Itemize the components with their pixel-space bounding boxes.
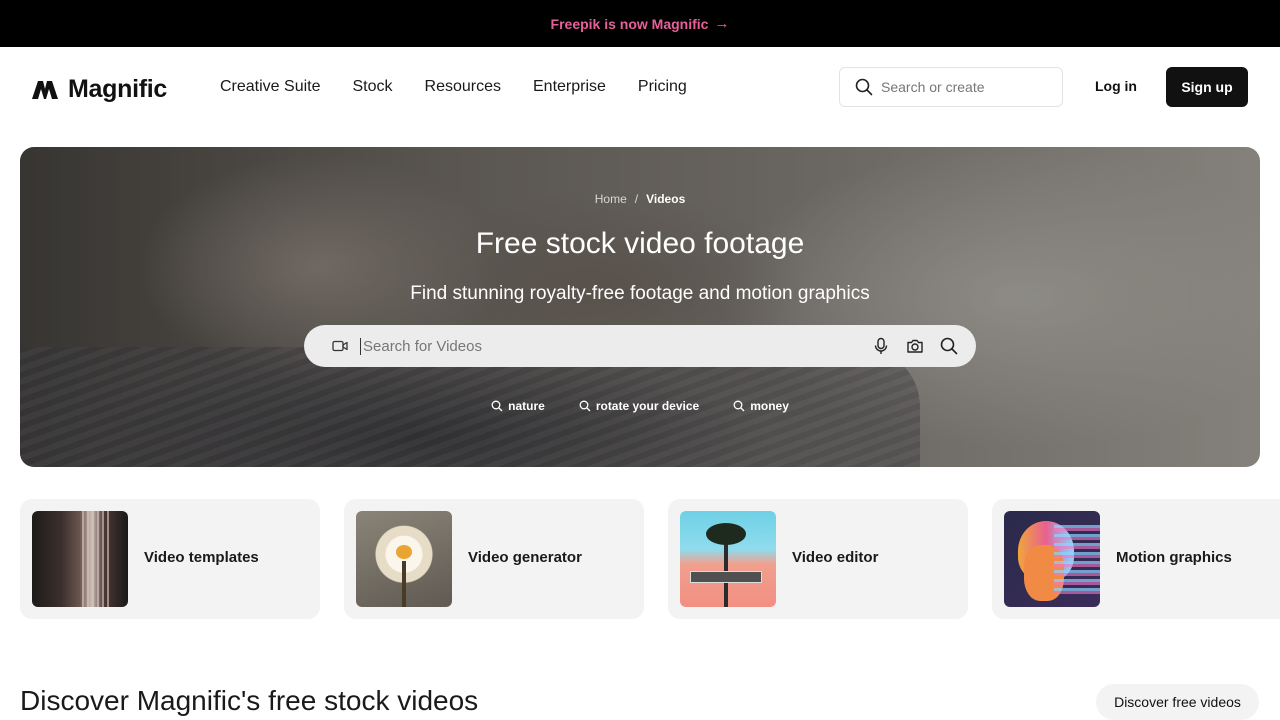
promo-link[interactable]: Freepik is now Magnific →: [551, 15, 730, 32]
breadcrumb-separator: /: [634, 192, 639, 206]
promo-text: Freepik is now Magnific: [550, 15, 709, 32]
signup-button[interactable]: Sign up: [1166, 67, 1248, 107]
search-icon[interactable]: [940, 337, 958, 355]
tag-label: money: [750, 399, 789, 413]
card-video-generator[interactable]: Video generator: [344, 499, 644, 619]
promo-banner: Freepik is now Magnific →: [0, 0, 1280, 47]
card-label: Video editor: [792, 549, 879, 566]
breadcrumb: Home / Videos: [20, 192, 1260, 206]
logo-text: Magnific: [68, 75, 167, 103]
header-search-placeholder: Search or create: [881, 79, 985, 95]
card-label: Video generator: [468, 549, 582, 566]
page-subtitle: Find stunning royalty-free footage and m…: [410, 283, 870, 304]
card-label: Motion graphics: [1116, 549, 1232, 566]
site-header: Magnific Creative Suite Stock Resources …: [0, 47, 1280, 127]
video-generator-thumbnail: [356, 511, 452, 607]
microphone-icon[interactable]: [872, 337, 890, 355]
tag-label: nature: [508, 399, 545, 413]
header-search-input[interactable]: Search or create: [839, 67, 1063, 107]
video-search-input[interactable]: Search for Videos: [304, 325, 976, 367]
card-video-templates[interactable]: Video templates: [20, 499, 320, 619]
video-search-placeholder: Search for Videos: [360, 337, 872, 355]
motion-graphics-thumbnail: [1004, 511, 1100, 607]
hero-banner: Home / Videos Free stock video footage F…: [20, 147, 1260, 467]
search-icon: [579, 400, 591, 412]
nav-resources[interactable]: Resources: [425, 78, 501, 96]
nav-pricing[interactable]: Pricing: [638, 78, 687, 96]
nav-creative-suite[interactable]: Creative Suite: [220, 78, 321, 96]
main-nav: Creative Suite Stock Resources Enterpris…: [220, 78, 687, 96]
video-camera-icon: [332, 340, 348, 352]
popular-tags: nature rotate your device money: [20, 399, 1260, 413]
section-title: Discover Magnific's free stock videos: [20, 685, 479, 716]
breadcrumb-current: Videos: [646, 192, 686, 206]
search-icon: [855, 78, 873, 96]
tag-label: rotate your device: [595, 399, 700, 413]
nav-stock[interactable]: Stock: [353, 78, 393, 96]
video-editor-thumbnail: [680, 511, 776, 607]
card-motion-graphics[interactable]: Motion graphics: [992, 499, 1280, 619]
video-templates-thumbnail: [32, 511, 128, 607]
page-title: Free stock video footage: [475, 227, 805, 260]
tag-money[interactable]: money: [733, 399, 789, 413]
arrow-right-icon: →: [714, 15, 730, 32]
tag-nature[interactable]: nature: [491, 399, 545, 413]
card-label: Video templates: [144, 549, 259, 566]
tag-rotate-your-device[interactable]: rotate your device: [579, 399, 699, 413]
login-button[interactable]: Log in: [1095, 78, 1137, 94]
magnific-logo-icon: [32, 80, 58, 99]
search-icon: [491, 400, 503, 412]
search-tools: [872, 337, 958, 355]
nav-enterprise[interactable]: Enterprise: [533, 78, 606, 96]
search-icon: [733, 400, 745, 412]
logo[interactable]: Magnific: [32, 75, 167, 104]
card-video-editor[interactable]: Video editor: [668, 499, 968, 619]
camera-icon[interactable]: [906, 337, 924, 355]
discover-free-videos-button[interactable]: Discover free videos: [1096, 684, 1259, 720]
breadcrumb-home[interactable]: Home: [595, 192, 627, 206]
